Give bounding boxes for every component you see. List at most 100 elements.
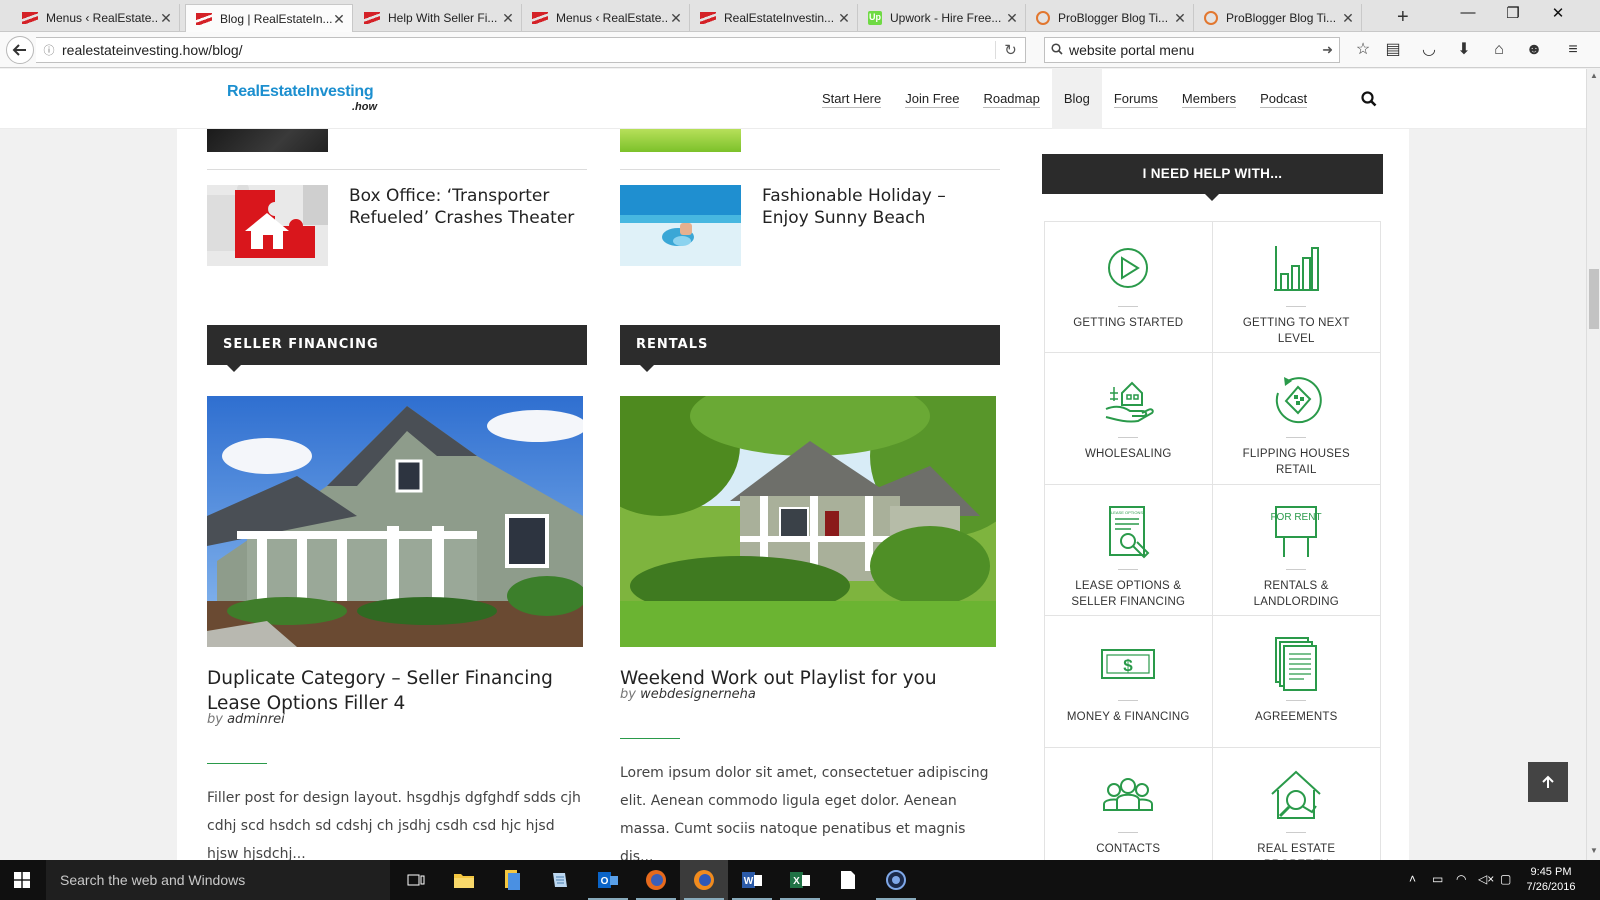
word-icon[interactable]: W [728, 860, 776, 900]
circular-app-icon[interactable] [872, 860, 920, 900]
help-item-getting-started[interactable]: GETTING STARTED [1045, 222, 1213, 354]
windows-start-icon[interactable] [14, 872, 30, 888]
restore-icon[interactable]: ❐ [1493, 4, 1533, 22]
category-heading-seller-financing[interactable]: SELLER FINANCING [207, 325, 587, 372]
url-bar[interactable]: ⓘ realestateinvesting.how/blog/ ↻ [36, 37, 1026, 63]
post-thumbnail[interactable] [620, 129, 741, 152]
file-explorer-icon[interactable] [440, 860, 488, 900]
help-item-money-financing[interactable]: $ MONEY & FINANCING [1045, 616, 1213, 748]
help-item-lease-options[interactable]: LEASE OPTIONS LEASE OPTIONS & SELLER FIN… [1045, 484, 1213, 617]
nav-item-start-here[interactable]: Start Here [810, 69, 893, 129]
browser-tab[interactable]: ProBlogger Blog Ti... ✕ [1194, 4, 1362, 32]
help-item-wholesaling[interactable]: WHOLESALING [1045, 353, 1213, 485]
nav-item-podcast[interactable]: Podcast [1248, 69, 1319, 129]
download-icon[interactable]: ⬇ [1453, 40, 1475, 60]
taskbar-clock[interactable]: 9:45 PM 7/26/2016 [1521, 865, 1581, 895]
help-item-rentals[interactable]: FOR RENT RENTALS & LANDLORDING [1212, 485, 1380, 617]
post-image-house[interactable] [207, 396, 583, 647]
firefox-active-icon[interactable] [680, 860, 728, 900]
browser-tab[interactable]: Up Upwork - Hire Free... ✕ [858, 4, 1026, 32]
browser-tab-active[interactable]: Blog | RealEstateIn... ✕ [185, 4, 353, 33]
bookmark-star-icon[interactable]: ☆ [1352, 40, 1374, 60]
excel-icon[interactable]: X [776, 860, 824, 900]
logo-text: RealEstateInvesting [227, 83, 374, 100]
post-author-link[interactable]: webdesignerneha [640, 687, 756, 702]
category-heading-rentals[interactable]: RENTALS [620, 325, 1000, 372]
reload-icon[interactable]: ↻ [995, 41, 1025, 59]
help-item-next-level[interactable]: GETTING TO NEXT LEVEL [1212, 222, 1380, 354]
page-scrollbar[interactable]: ▲ ▼ [1586, 69, 1600, 860]
back-arrow-icon[interactable] [6, 36, 34, 64]
chat-icon[interactable]: ☻ [1523, 40, 1545, 60]
wifi-icon[interactable]: ◠ [1456, 872, 1466, 886]
nav-item-blog[interactable]: Blog [1051, 69, 1102, 129]
close-icon[interactable]: ✕ [1173, 10, 1187, 27]
tab-title: Menus ‹ RealEstate... [556, 11, 669, 25]
go-arrow-icon[interactable]: ➜ [1322, 42, 1333, 58]
task-view-icon[interactable] [392, 860, 440, 900]
tab-title: Help With Seller Fi... [388, 11, 498, 25]
post-author-link[interactable]: adminrei [227, 712, 285, 727]
tray-chevron-up-icon[interactable]: ˄ [1409, 872, 1416, 886]
url-text[interactable]: realestateinvesting.how/blog/ [62, 42, 995, 58]
browser-search-box[interactable]: website portal menu ➜ [1044, 37, 1340, 63]
scroll-up-arrow-icon[interactable]: ▲ [1587, 71, 1600, 80]
nav-item-forums[interactable]: Forums [1102, 69, 1170, 129]
nav-item-roadmap[interactable]: Roadmap [971, 69, 1051, 129]
post-title-small[interactable]: Box Office: ‘Transporter Refueled’ Crash… [349, 185, 579, 229]
post-thumbnail-beach[interactable] [620, 185, 741, 266]
browser-tab[interactable]: Help With Seller Fi... ✕ [354, 4, 522, 32]
arrow-up-icon [1542, 775, 1554, 788]
taskbar-search[interactable]: Search the web and Windows [46, 860, 390, 900]
flip-house-icon [1276, 377, 1323, 424]
window-close-icon[interactable]: ✕ [1538, 4, 1578, 22]
close-icon[interactable]: ✕ [669, 10, 683, 27]
file-manager-icon[interactable] [488, 860, 536, 900]
home-icon[interactable]: ⌂ [1488, 40, 1510, 60]
close-icon[interactable]: ✕ [1005, 10, 1019, 27]
close-icon[interactable]: ✕ [837, 10, 851, 27]
nav-item-members[interactable]: Members [1170, 69, 1248, 129]
scrollbar-thumb[interactable] [1589, 269, 1599, 329]
browser-tab[interactable]: RealEstateInvestin... ✕ [690, 4, 858, 32]
browser-tab[interactable]: ProBlogger Blog Ti... ✕ [1026, 4, 1194, 32]
bar-chart-icon [1274, 246, 1320, 291]
close-icon[interactable]: ✕ [332, 11, 346, 28]
close-icon[interactable]: ✕ [501, 10, 515, 27]
new-tab-plus-icon[interactable]: + [1397, 6, 1409, 29]
sidebar-heading: I NEED HELP WITH... [1042, 154, 1383, 201]
help-item-agreements[interactable]: AGREEMENTS [1212, 616, 1380, 748]
menu-hamburger-icon[interactable]: ≡ [1562, 40, 1584, 60]
red-flag-icon [532, 12, 548, 24]
search-input[interactable]: website portal menu [1069, 42, 1322, 58]
upwork-icon: Up [868, 11, 882, 25]
info-icon[interactable]: ⓘ [36, 42, 62, 58]
close-icon[interactable]: ✕ [159, 10, 173, 27]
pocket-icon[interactable]: ◡ [1418, 40, 1440, 60]
post-image-bungalow[interactable] [620, 396, 996, 647]
firefox-icon[interactable] [632, 860, 680, 900]
nav-item-join-free[interactable]: Join Free [893, 69, 971, 129]
help-item-flipping-houses[interactable]: FLIPPING HOUSES RETAIL [1212, 353, 1380, 485]
document-app-icon[interactable] [824, 860, 872, 900]
outlook-icon[interactable]: O [584, 860, 632, 900]
action-center-icon[interactable]: ▢ [1500, 872, 1511, 886]
help-item-label: AGREEMENTS [1254, 711, 1338, 724]
browser-tab[interactable]: Menus ‹ RealEstate... ✕ [522, 4, 690, 32]
browser-tab[interactable]: Menus ‹ RealEstate... ✕ [12, 4, 180, 32]
post-title-small[interactable]: Fashionable Holiday – Enjoy Sunny Beach [762, 185, 992, 229]
logo-suffix: .how [352, 101, 378, 113]
post-thumbnail-puzzle-house[interactable] [207, 185, 328, 266]
site-logo[interactable]: RealEstateInvesting .how [227, 83, 377, 113]
battery-icon[interactable]: ▭ [1432, 872, 1443, 886]
post-title[interactable]: Duplicate Category – Seller Financing Le… [207, 666, 587, 716]
notepad-app-icon[interactable] [536, 860, 584, 900]
post-thumbnail[interactable] [207, 129, 328, 152]
volume-muted-icon[interactable]: ◁× [1478, 872, 1494, 886]
back-to-top-button[interactable] [1528, 762, 1568, 802]
close-icon[interactable]: ✕ [1341, 10, 1355, 27]
scroll-down-arrow-icon[interactable]: ▼ [1587, 846, 1600, 855]
reading-list-icon[interactable]: ▤ [1382, 40, 1404, 60]
minimize-icon[interactable]: — [1448, 4, 1488, 21]
site-search-icon[interactable] [1361, 91, 1377, 112]
